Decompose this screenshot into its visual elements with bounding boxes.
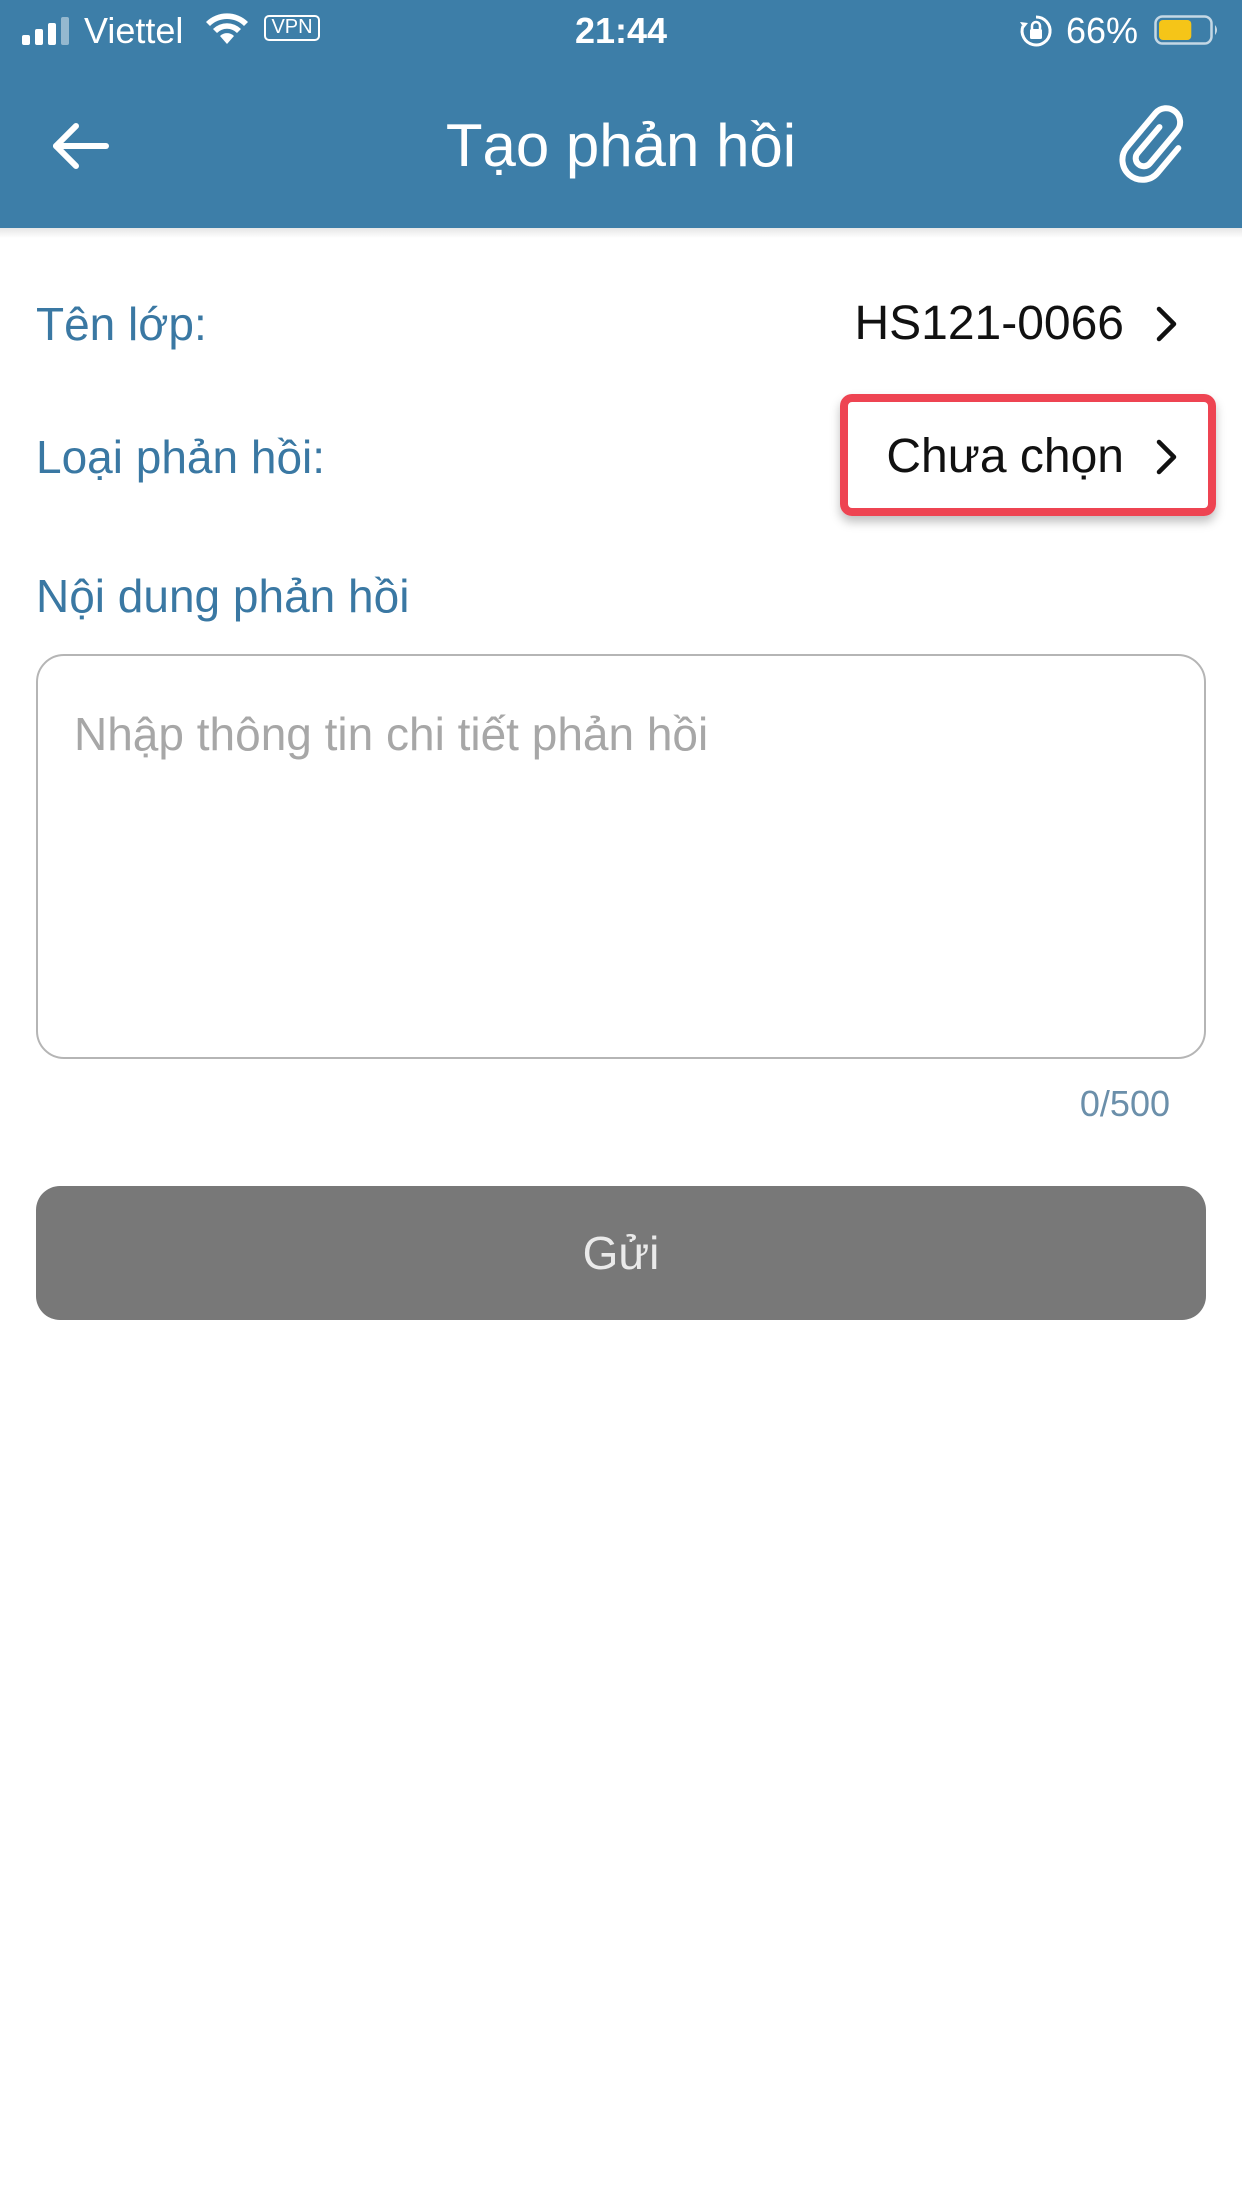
feedback-type-label: Loại phản hồi:: [36, 431, 326, 483]
battery-icon: [1154, 15, 1217, 45]
feedback-content-input[interactable]: Nhập thông tin chi tiết phản hồi: [36, 654, 1206, 1059]
character-counter: 0/500: [1079, 1083, 1170, 1124]
chevron-right-icon: [1156, 439, 1177, 475]
feedback-content-label: Nội dung phản hồi: [36, 570, 410, 622]
paperclip-icon: [1119, 105, 1184, 183]
header-shadow: [0, 228, 1242, 238]
clock: 21:44: [574, 10, 668, 51]
attach-button[interactable]: [1110, 98, 1198, 194]
top-bar: Viettel VPN 21:44 66% Tạo phản hồi: [0, 0, 1242, 228]
chevron-right-icon: [1156, 306, 1177, 342]
class-name-value: HS121-0066: [854, 297, 1124, 350]
feedback-type-value: Chưa chọn: [886, 430, 1124, 483]
class-selector[interactable]: HS121-0066: [854, 294, 1178, 354]
battery-percentage: 66%: [1066, 10, 1139, 51]
class-name-label: Tên lớp:: [36, 298, 207, 350]
send-button[interactable]: Gửi: [36, 1186, 1206, 1320]
page-title: Tạo phản hồi: [445, 112, 797, 179]
orientation-lock-icon: [1020, 15, 1052, 47]
feedback-type-selector[interactable]: Chưa chọn: [886, 427, 1178, 487]
feedback-content-placeholder: Nhập thông tin chi tiết phản hồi: [74, 708, 709, 760]
status-bar: Viettel VPN 21:44 66%: [0, 0, 1242, 64]
